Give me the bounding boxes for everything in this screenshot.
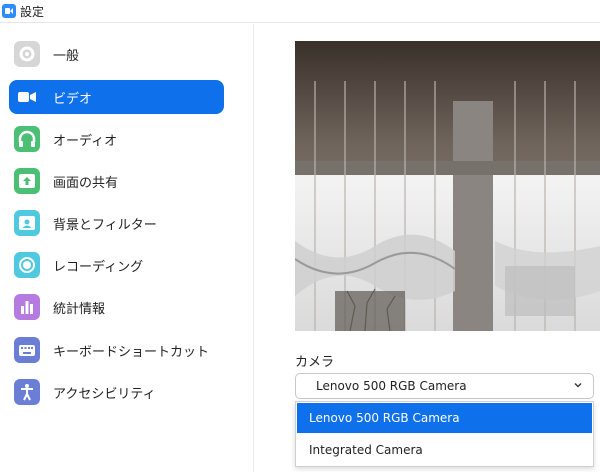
video-settings-panel: カメラ Lenovo 500 RGB Camera Lenovo 500 RGB… bbox=[255, 24, 600, 472]
sidebar-item-label: 統計情報 bbox=[53, 302, 106, 317]
sidebar-item-label: ビデオ bbox=[53, 92, 93, 107]
sidebar-item-recording[interactable]: レコーディング bbox=[9, 248, 224, 282]
share-screen-icon bbox=[14, 168, 40, 194]
camera-option-label: Integrated Camera bbox=[309, 443, 423, 457]
sidebar-item-label: オーディオ bbox=[53, 134, 118, 149]
sidebar-item-accessibility[interactable]: アクセシビリティ bbox=[9, 375, 224, 409]
camera-select[interactable]: Lenovo 500 RGB Camera bbox=[295, 373, 594, 399]
camera-preview bbox=[295, 41, 600, 331]
window-title: 設定 bbox=[20, 5, 45, 19]
sidebar-item-general[interactable]: 一般 bbox=[9, 37, 224, 71]
chevron-down-icon bbox=[574, 383, 582, 388]
bar-chart-icon bbox=[14, 294, 40, 320]
sidebar-item-share-screen[interactable]: 画面の共有 bbox=[9, 164, 224, 198]
sidebar-item-background-filters[interactable]: 背景とフィルター bbox=[9, 206, 224, 240]
sidebar-item-label: 一般 bbox=[53, 49, 80, 64]
sidebar-item-keyboard-shortcuts[interactable]: キーボードショートカット bbox=[9, 333, 224, 367]
camera-dropdown-list: Lenovo 500 RGB Camera Integrated Camera bbox=[295, 401, 594, 467]
gear-icon bbox=[14, 41, 40, 67]
zoom-app-icon bbox=[2, 4, 16, 18]
accessibility-icon bbox=[14, 379, 40, 405]
sidebar-item-label: レコーディング bbox=[53, 260, 144, 275]
sidebar-item-label: 画面の共有 bbox=[53, 176, 119, 191]
background-person-icon bbox=[14, 210, 40, 236]
sidebar-item-video[interactable]: ビデオ bbox=[9, 80, 224, 114]
sidebar-item-audio[interactable]: オーディオ bbox=[9, 122, 224, 156]
camera-label: カメラ bbox=[295, 355, 335, 370]
sidebar-item-statistics[interactable]: 統計情報 bbox=[9, 290, 224, 324]
record-icon bbox=[14, 252, 40, 278]
camera-option-lenovo[interactable]: Lenovo 500 RGB Camera bbox=[297, 403, 592, 433]
settings-sidebar: 一般 ビデオ オーディオ 画面の共有 背景とフィルター レコーディング 統計情報… bbox=[0, 24, 254, 472]
title-bar: 設定 bbox=[0, 0, 600, 23]
video-camera-icon bbox=[14, 84, 40, 110]
headphones-icon bbox=[14, 126, 40, 152]
camera-option-integrated[interactable]: Integrated Camera bbox=[297, 435, 592, 465]
camera-option-label: Lenovo 500 RGB Camera bbox=[309, 411, 460, 425]
camera-select-value: Lenovo 500 RGB Camera bbox=[316, 379, 467, 393]
sidebar-item-label: キーボードショートカット bbox=[53, 345, 210, 360]
sidebar-item-label: 背景とフィルター bbox=[53, 218, 157, 233]
sidebar-item-label: アクセシビリティ bbox=[53, 387, 156, 402]
keyboard-icon bbox=[14, 337, 40, 363]
